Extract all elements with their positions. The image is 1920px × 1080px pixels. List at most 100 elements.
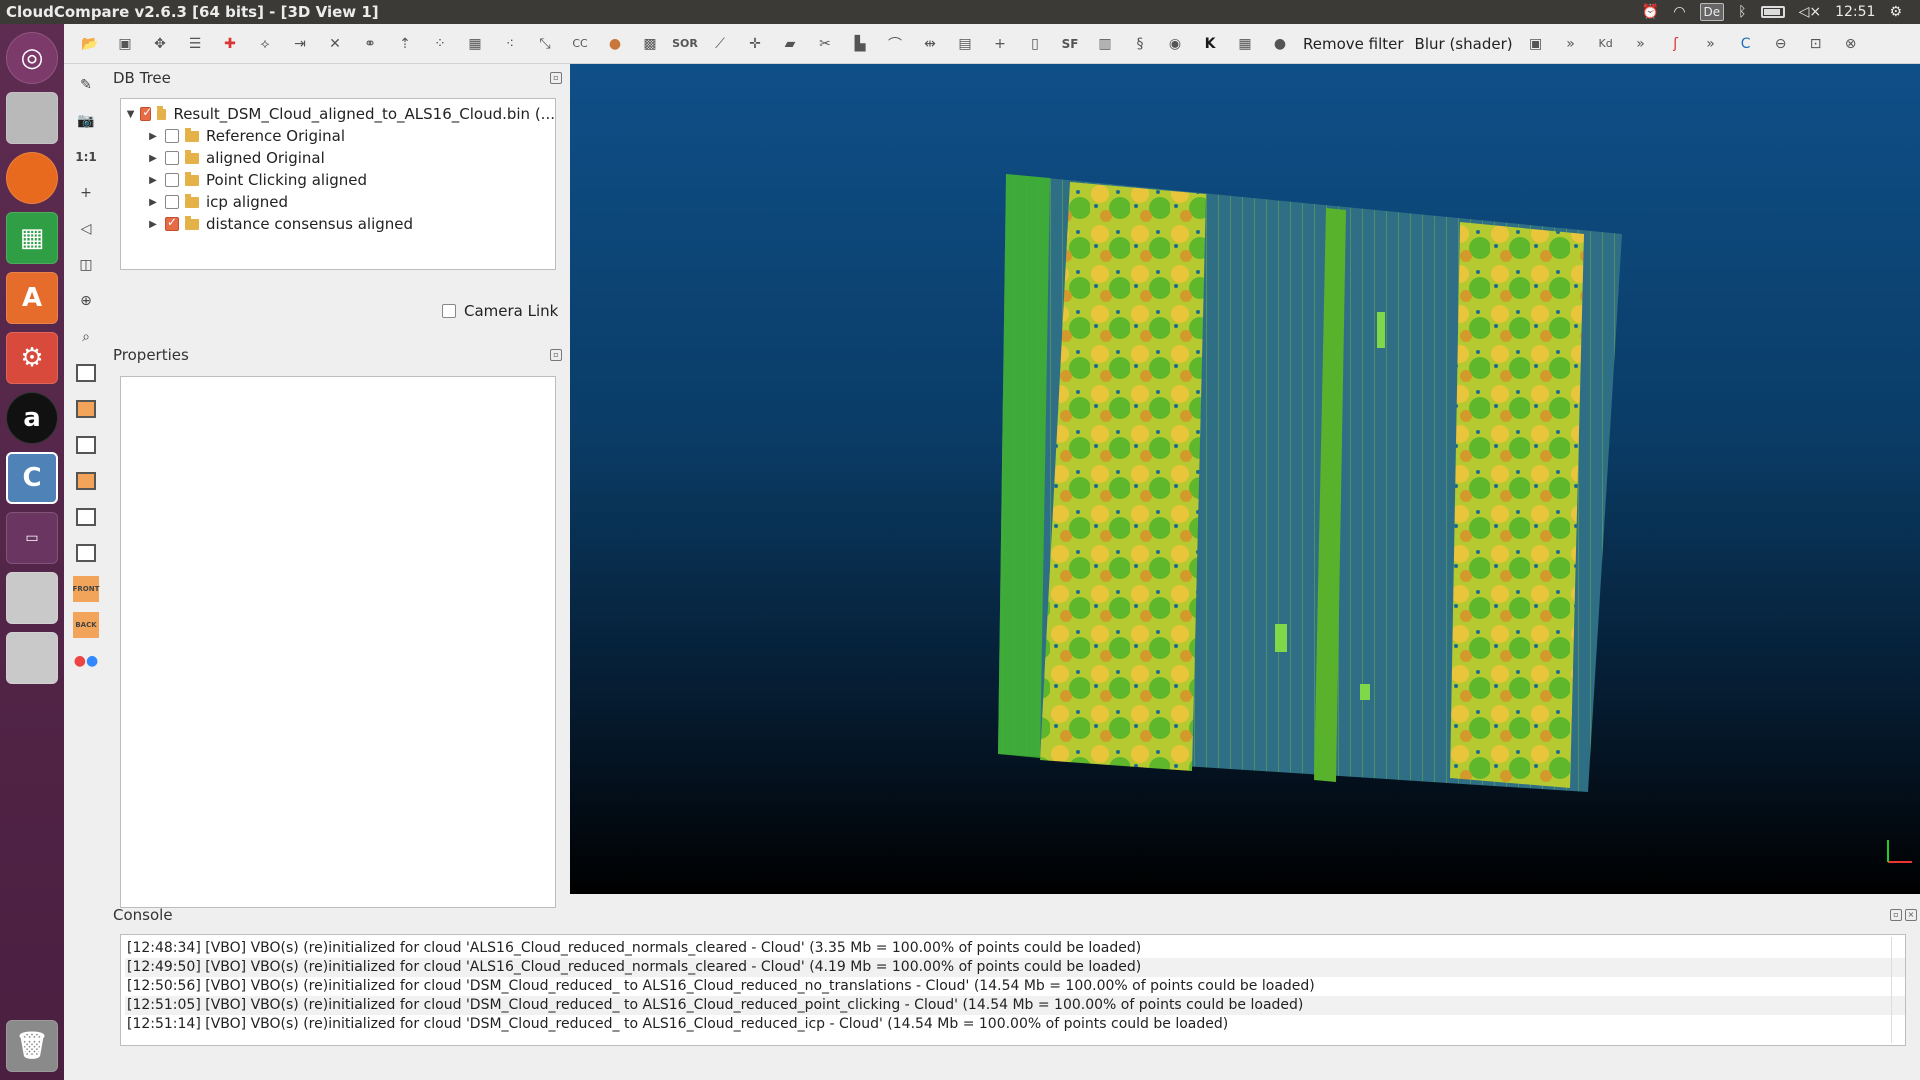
spreadsheet-icon[interactable]: ▦ [6,212,58,264]
rotation-center-icon[interactable]: ⊕ [73,288,99,314]
tree-item[interactable]: ▶ icp aligned [121,191,555,213]
scalar-field-icon[interactable]: SF [1058,32,1082,56]
drive-icon[interactable] [6,572,58,624]
clock[interactable]: 12:51 [1835,4,1875,20]
software-center-icon[interactable]: A [6,272,58,324]
alarm-clock-icon[interactable]: ⏰ [1642,4,1659,20]
move-icon[interactable]: ✛ [743,32,767,56]
normals-icon[interactable]: ⇡ [393,32,417,56]
trash-icon[interactable]: 🗑 [6,1020,58,1072]
battery-icon[interactable] [1760,6,1785,18]
tree-item[interactable]: ▶ aligned Original [121,147,555,169]
firefox-icon[interactable] [6,152,58,204]
back-view-icon[interactable]: BACK [73,612,99,638]
bluetooth-icon[interactable]: ᛒ [1738,4,1746,20]
ubuntu-dash-icon[interactable]: ◎ [6,32,58,84]
right-view-icon[interactable] [73,504,99,530]
file-manager-icon[interactable] [6,92,58,144]
restore-icon[interactable]: ⊡ [1804,32,1828,56]
film-icon[interactable]: ▥ [1093,32,1117,56]
cc-logo-icon[interactable]: C [1734,32,1758,56]
power-gear-icon[interactable]: ⚙ [1889,4,1902,20]
expand-arrow-icon[interactable]: ▶ [145,175,161,186]
camera-link-checkbox[interactable] [442,304,456,318]
expand-arrow-icon[interactable]: ▶ [145,131,161,142]
item-checkbox[interactable] [165,129,179,143]
bottom-view-icon[interactable] [73,540,99,566]
open-icon[interactable]: 📂 [78,32,102,56]
front-cube-icon[interactable] [73,396,99,422]
system-settings-icon[interactable]: ⚙ [6,332,58,384]
texture-icon[interactable]: ▦ [1233,32,1257,56]
collapse-arrow-icon[interactable]: ▼ [125,109,136,120]
volume-icon[interactable]: ◁× [1799,4,1822,20]
db-tree[interactable]: ▼ Result_DSM_Cloud_aligned_to_ALS16_Clou… [120,98,556,270]
more-icon[interactable]: » [1629,32,1653,56]
minimize-icon[interactable]: ⊖ [1769,32,1793,56]
properties-panel[interactable] [120,376,556,908]
bunny-icon[interactable]: ● [603,32,627,56]
shader-icon[interactable]: ▣ [1524,32,1548,56]
camera-link-toggle[interactable]: Camera Link [442,302,558,320]
sphere-icon[interactable]: ● [1268,32,1292,56]
drive-icon[interactable] [6,632,58,684]
expand-arrow-icon[interactable]: ▶ [145,219,161,230]
wifi-icon[interactable]: ◠ [1673,4,1685,20]
camera-icon[interactable]: 📷 [73,108,99,134]
workspace-switcher-icon[interactable]: ▭ [6,512,58,564]
console-scrollbar[interactable] [1891,937,1903,1043]
item-checkbox[interactable] [165,173,179,187]
console-panel[interactable]: [12:48:34] [VBO] VBO(s) (re)initialized … [120,934,1906,1046]
zoom-icon[interactable]: ⌕ [73,324,99,350]
pencil-icon[interactable]: ✎ [73,72,99,98]
3d-view[interactable] [570,64,1920,894]
tree-item[interactable]: ▶ distance consensus aligned [121,213,555,235]
k-icon[interactable]: K [1198,32,1222,56]
save-icon[interactable]: ▣ [113,32,137,56]
delete-icon[interactable]: ✕ [323,32,347,56]
item-checkbox[interactable] [165,195,179,209]
properties-float-icon[interactable]: ▫ [550,349,562,361]
tree-item[interactable]: ▶ Reference Original [121,125,555,147]
perspective-icon[interactable]: ◫ [73,252,99,278]
list-icon[interactable]: ☰ [183,32,207,56]
zoom-ratio-icon[interactable]: 1:1 [73,144,99,170]
console-close-icon[interactable]: × [1905,909,1917,921]
plugin-icon[interactable]: ʃ [1664,32,1688,56]
remove-filter-button[interactable]: Remove filter [1303,35,1404,53]
front-view-icon[interactable]: FRONT [73,576,99,602]
mesh-icon[interactable]: ▦ [463,32,487,56]
filter-range-icon[interactable]: ⇹ [918,32,942,56]
kdtree-icon[interactable]: Kd [1594,32,1618,56]
segment-icon[interactable]: ⟡ [253,32,277,56]
left-view-icon[interactable] [73,432,99,458]
merge-icon[interactable]: ⚭ [358,32,382,56]
histogram-icon[interactable]: ▙ [848,32,872,56]
dbtree-float-icon[interactable]: ▫ [550,72,562,84]
calculator-icon[interactable]: ▯ [1023,32,1047,56]
item-checkbox[interactable] [165,215,179,231]
noise-icon[interactable]: ⁖ [498,32,522,56]
top-view-icon[interactable] [73,360,99,386]
connected-components-icon[interactable]: CC [568,32,592,56]
more-icon[interactable]: » [1699,32,1723,56]
align-icon[interactable]: ⇥ [288,32,312,56]
scissors-icon[interactable]: ✂ [813,32,837,56]
pivot-icon[interactable]: ◁ [73,216,99,242]
expand-arrow-icon[interactable]: ▶ [145,197,161,208]
pick-icon[interactable]: ⟋ [708,32,732,56]
point-picking-icon[interactable]: ✥ [148,32,172,56]
amazon-icon[interactable]: a [6,392,58,444]
curve-icon[interactable]: ⌒ [883,32,907,56]
plane-icon[interactable]: ▰ [778,32,802,56]
stack-icon[interactable]: ▤ [953,32,977,56]
expand-arrow-icon[interactable]: ▶ [145,153,161,164]
tree-item[interactable]: ▶ Point Clicking aligned [121,169,555,191]
sample-icon[interactable]: ⁘ [428,32,452,56]
add-icon[interactable]: + [988,32,1012,56]
root-checkbox[interactable] [140,105,153,121]
item-checkbox[interactable] [165,151,179,165]
crop-icon[interactable]: ⤡ [533,32,557,56]
translate-icon[interactable]: ✚ [218,32,242,56]
tree-root[interactable]: ▼ Result_DSM_Cloud_aligned_to_ALS16_Clou… [121,103,555,125]
